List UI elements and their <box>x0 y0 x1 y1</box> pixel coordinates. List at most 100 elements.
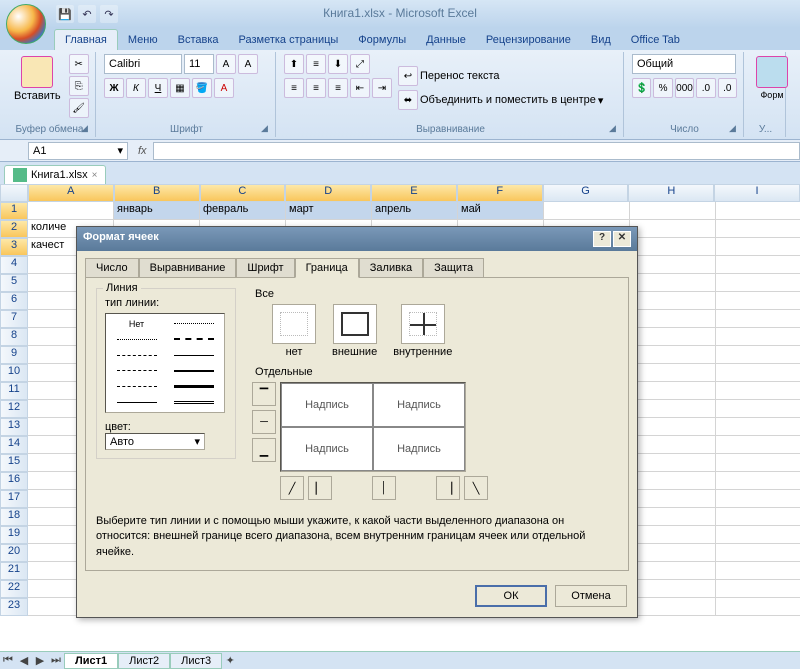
line-style-item[interactable] <box>165 379 222 395</box>
tab-home[interactable]: Главная <box>54 29 118 50</box>
clipboard-launcher-icon[interactable]: ◢ <box>81 123 93 135</box>
cell[interactable] <box>716 418 800 436</box>
grow-font-icon[interactable]: A <box>216 54 236 74</box>
preset-none-button[interactable]: нет <box>272 304 316 358</box>
dlg-tab-font[interactable]: Шрифт <box>236 258 294 278</box>
merge-icon[interactable]: ⬌ <box>398 90 418 110</box>
cell[interactable] <box>630 382 716 400</box>
indent-decrease-icon[interactable]: ⇤ <box>350 78 370 98</box>
line-style-item[interactable] <box>108 363 165 379</box>
redo-icon[interactable]: ↷ <box>100 5 118 23</box>
cell[interactable] <box>716 598 800 616</box>
tab-office-tab[interactable]: Office Tab <box>621 30 690 50</box>
cell[interactable] <box>716 202 800 220</box>
line-style-none[interactable]: Нет <box>108 316 165 332</box>
align-top-icon[interactable]: ⬆ <box>284 54 304 74</box>
row-header[interactable]: 2 <box>0 220 28 238</box>
row-header[interactable]: 6 <box>0 292 28 310</box>
cell[interactable] <box>630 364 716 382</box>
alignment-launcher-icon[interactable]: ◢ <box>609 123 621 135</box>
align-right-icon[interactable]: ≡ <box>328 78 348 98</box>
cell[interactable] <box>630 454 716 472</box>
cell[interactable] <box>716 220 800 238</box>
row-header[interactable]: 4 <box>0 256 28 274</box>
row-header[interactable]: 18 <box>0 508 28 526</box>
cell[interactable] <box>630 436 716 454</box>
row-header[interactable]: 21 <box>0 562 28 580</box>
formula-input[interactable] <box>153 142 800 160</box>
line-style-item[interactable] <box>165 332 222 348</box>
cell[interactable] <box>716 382 800 400</box>
tab-review[interactable]: Рецензирование <box>476 30 581 50</box>
select-all-button[interactable] <box>0 184 28 202</box>
line-style-item[interactable] <box>108 347 165 363</box>
file-tab[interactable]: Книга1.xlsx × <box>4 165 106 184</box>
cell[interactable] <box>630 490 716 508</box>
cell[interactable]: май <box>458 202 544 220</box>
row-header[interactable]: 17 <box>0 490 28 508</box>
font-launcher-icon[interactable]: ◢ <box>261 123 273 135</box>
col-header[interactable]: H <box>628 184 714 202</box>
italic-button[interactable]: К <box>126 78 146 98</box>
fill-color-icon[interactable]: 🪣 <box>192 78 212 98</box>
dlg-tab-protection[interactable]: Защита <box>423 258 484 278</box>
borders-icon[interactable]: ▦ <box>170 78 190 98</box>
number-format-select[interactable] <box>632 54 736 74</box>
cell[interactable] <box>716 490 800 508</box>
row-header[interactable]: 7 <box>0 310 28 328</box>
cell[interactable] <box>716 472 800 490</box>
font-color-icon[interactable]: A <box>214 78 234 98</box>
dlg-tab-alignment[interactable]: Выравнивание <box>139 258 237 278</box>
decimal-inc-icon[interactable]: .0 <box>696 78 715 98</box>
cell[interactable] <box>716 436 800 454</box>
cell[interactable] <box>716 400 800 418</box>
currency-icon[interactable]: 💲 <box>632 78 651 98</box>
cell[interactable] <box>630 598 716 616</box>
border-diag-down-button[interactable]: ╲ <box>464 476 488 500</box>
number-launcher-icon[interactable]: ◢ <box>729 123 741 135</box>
line-color-select[interactable]: Авто ▾ <box>105 433 205 450</box>
col-header[interactable]: A <box>28 184 114 202</box>
cell[interactable] <box>630 400 716 418</box>
tab-view[interactable]: Вид <box>581 30 621 50</box>
row-header[interactable]: 3 <box>0 238 28 256</box>
line-style-item[interactable] <box>108 379 165 395</box>
tab-insert[interactable]: Вставка <box>168 30 229 50</box>
dlg-tab-border[interactable]: Граница <box>295 258 359 278</box>
new-sheet-icon[interactable]: ✦ <box>222 653 238 669</box>
wrap-text-icon[interactable]: ↩ <box>398 66 418 86</box>
border-right-button[interactable]: ▕ <box>436 476 460 500</box>
cell[interactable] <box>716 562 800 580</box>
row-header[interactable]: 16 <box>0 472 28 490</box>
row-header[interactable]: 23 <box>0 598 28 616</box>
row-header[interactable]: 9 <box>0 346 28 364</box>
align-left-icon[interactable]: ≡ <box>284 78 304 98</box>
cell[interactable] <box>630 346 716 364</box>
cell[interactable] <box>716 346 800 364</box>
line-style-item[interactable] <box>108 394 165 410</box>
row-header[interactable]: 12 <box>0 400 28 418</box>
preset-inner-button[interactable]: внутренние <box>393 304 452 358</box>
paste-button[interactable]: Вставить <box>10 54 65 104</box>
help-icon[interactable]: ? <box>593 231 611 247</box>
cell[interactable] <box>630 310 716 328</box>
underline-button[interactable]: Ч <box>148 78 168 98</box>
cell[interactable]: январь <box>114 202 200 220</box>
cell[interactable] <box>630 508 716 526</box>
row-header[interactable]: 14 <box>0 436 28 454</box>
border-top-button[interactable]: ▔ <box>252 382 276 406</box>
cell[interactable] <box>716 544 800 562</box>
sheet-nav-prev-icon[interactable]: ◀ <box>16 653 32 669</box>
cell[interactable] <box>630 526 716 544</box>
percent-icon[interactable]: % <box>653 78 672 98</box>
cell[interactable] <box>630 292 716 310</box>
cell[interactable]: апрель <box>372 202 458 220</box>
cell[interactable] <box>544 202 630 220</box>
tab-data[interactable]: Данные <box>416 30 476 50</box>
copy-icon[interactable]: ⎘ <box>69 76 89 96</box>
border-diag-up-button[interactable]: ╱ <box>280 476 304 500</box>
font-size-select[interactable] <box>184 54 214 74</box>
font-name-select[interactable] <box>104 54 182 74</box>
row-header[interactable]: 13 <box>0 418 28 436</box>
conditional-format-button[interactable]: Форм <box>752 54 792 102</box>
